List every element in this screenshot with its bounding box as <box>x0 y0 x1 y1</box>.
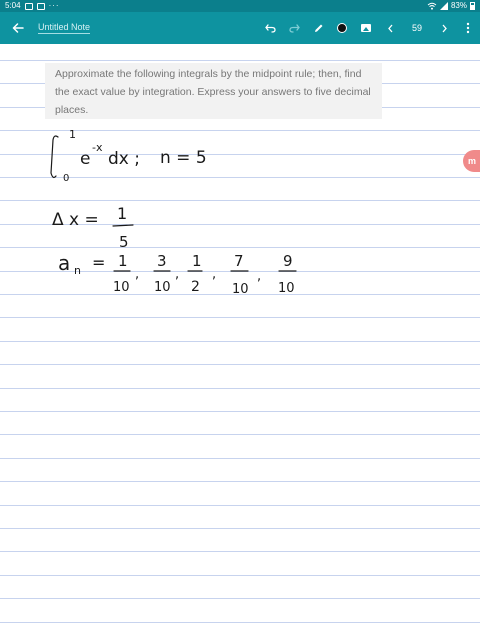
fraction-denominator: 10 <box>278 281 295 296</box>
integral-sign <box>50 135 59 179</box>
fraction: 7 10 <box>230 252 249 297</box>
a-n-subscript: n <box>74 264 81 277</box>
delta-x-numerator: 1 <box>117 204 127 223</box>
integrand-base: e <box>80 149 90 169</box>
fraction-numerator: 3 <box>157 252 167 270</box>
fraction-denominator: 10 <box>113 280 130 295</box>
separator-comma: , <box>257 269 261 284</box>
fraction-denominator: 10 <box>154 280 171 295</box>
a-n-symbol: a <box>58 251 70 275</box>
integral-upper-limit: 1 <box>69 128 76 141</box>
n-value: n = 5 <box>160 148 207 168</box>
delta-x-fraction-bar <box>112 224 134 227</box>
fraction: 1 2 <box>187 252 203 295</box>
separator-comma: , <box>175 267 179 282</box>
delta-x-denominator: 5 <box>119 233 129 251</box>
fraction-numerator: 7 <box>234 252 244 270</box>
fraction: 3 10 <box>153 252 171 295</box>
separator-comma: , <box>212 267 216 282</box>
differential: dx ; <box>108 149 140 169</box>
fraction: 1 10 <box>113 252 131 295</box>
fraction-numerator: 1 <box>118 252 128 270</box>
fraction-numerator: 9 <box>283 252 293 270</box>
handwriting-layer: 1 0 e -x dx ; n = 5 Δ x = 1 5 a n = 1 10… <box>50 128 297 297</box>
fraction-numerator: 1 <box>192 252 202 270</box>
midpoint-fractions: 1 10 , 3 10 , 1 2 , 7 10 , 9 10 <box>113 252 297 297</box>
separator-comma: , <box>135 267 139 282</box>
integrand-exponent: -x <box>92 141 103 154</box>
delta-x-label: Δ x = <box>52 210 99 230</box>
fraction: 9 10 <box>278 252 297 296</box>
a-n-equals: = <box>92 253 105 272</box>
fraction-denominator: 2 <box>191 279 200 295</box>
integral-lower-limit: 0 <box>63 173 69 184</box>
fraction-denominator: 10 <box>232 282 249 297</box>
